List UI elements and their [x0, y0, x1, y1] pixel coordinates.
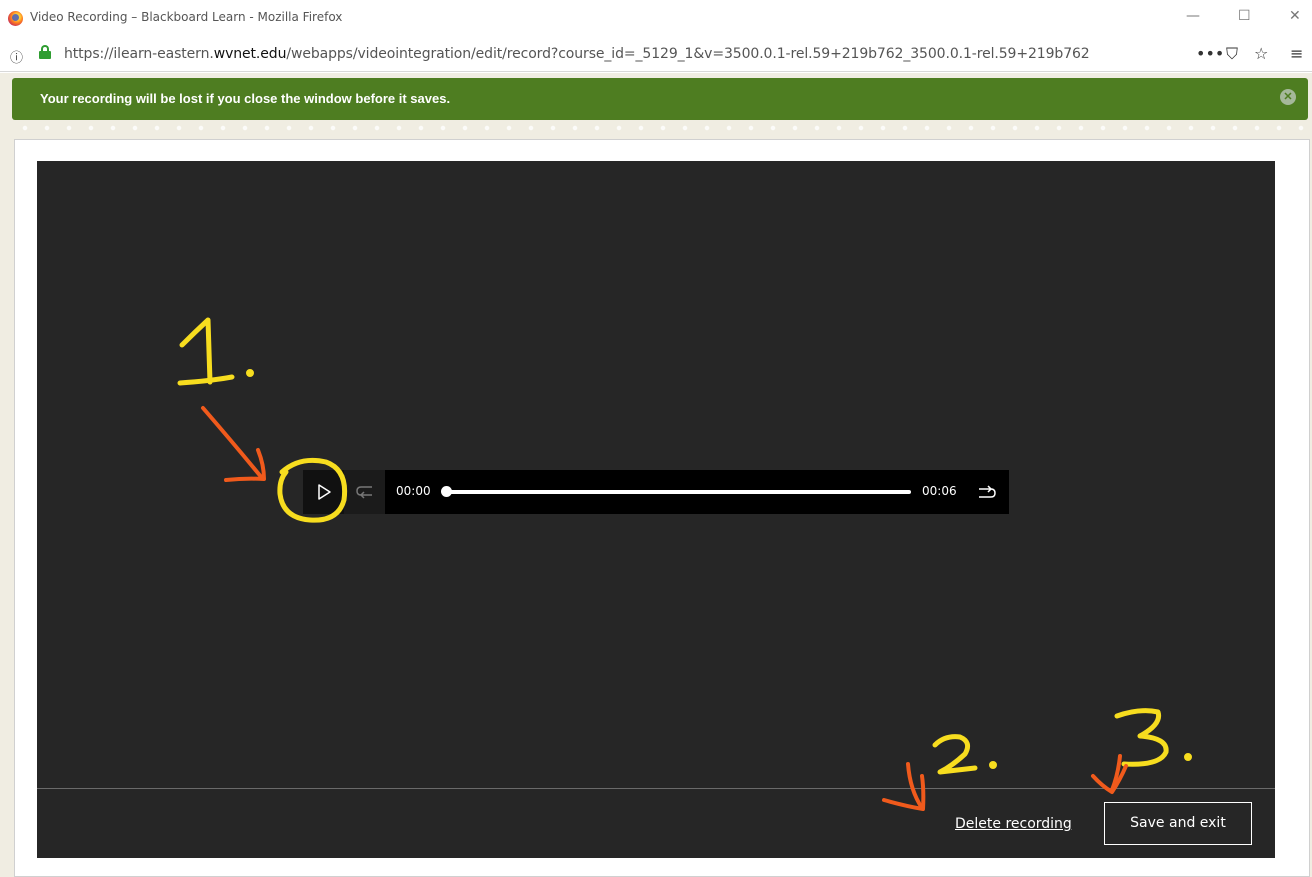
url-path: /webapps/videointegration/edit/record?co… — [286, 46, 1090, 62]
progress-knob[interactable] — [441, 486, 452, 497]
url-domain: wvnet.edu — [213, 46, 287, 62]
url-text[interactable]: https://ilearn-eastern.wvnet.edu/webapps… — [64, 46, 1090, 62]
window-title: Video Recording – Blackboard Learn - Moz… — [30, 10, 343, 24]
play-button[interactable] — [303, 470, 344, 514]
info-icon[interactable]: ⓘ — [10, 47, 23, 66]
current-time: 00:00 — [396, 484, 431, 498]
close-banner-icon[interactable]: ✕ — [1280, 89, 1296, 105]
loop-icon — [979, 485, 996, 498]
play-icon — [317, 484, 331, 500]
close-window-button[interactable]: ✕ — [1289, 8, 1301, 24]
bookmark-star-icon[interactable]: ☆ — [1254, 44, 1268, 63]
maximize-button[interactable]: ☐ — [1238, 8, 1251, 24]
minimize-button[interactable]: — — [1186, 8, 1200, 24]
pocket-icon[interactable]: ⛉ — [1226, 44, 1238, 64]
rewind-icon — [355, 486, 372, 499]
url-prefix: https://ilearn-eastern. — [64, 46, 214, 62]
warning-text: Your recording will be lost if you close… — [40, 91, 451, 106]
save-and-exit-button[interactable]: Save and exit — [1104, 802, 1252, 845]
loop-button[interactable] — [975, 482, 999, 502]
menu-icon[interactable]: ≡ — [1290, 44, 1303, 63]
firefox-logo-icon — [8, 11, 23, 26]
modal-footer — [37, 788, 1275, 858]
recording-warning-banner: Your recording will be lost if you close… — [12, 78, 1308, 120]
lock-icon[interactable] — [39, 45, 51, 59]
rewind-button[interactable] — [344, 470, 385, 514]
more-icon[interactable]: ••• — [1196, 44, 1224, 63]
media-player-controls: 00:00 00:06 — [303, 470, 1009, 514]
duration-time: 00:06 — [922, 484, 957, 498]
progress-track[interactable] — [441, 486, 911, 497]
delete-recording-link[interactable]: Delete recording — [955, 816, 1072, 832]
decorative-dots — [14, 124, 1310, 132]
window-titlebar: Video Recording – Blackboard Learn - Moz… — [0, 0, 1312, 36]
